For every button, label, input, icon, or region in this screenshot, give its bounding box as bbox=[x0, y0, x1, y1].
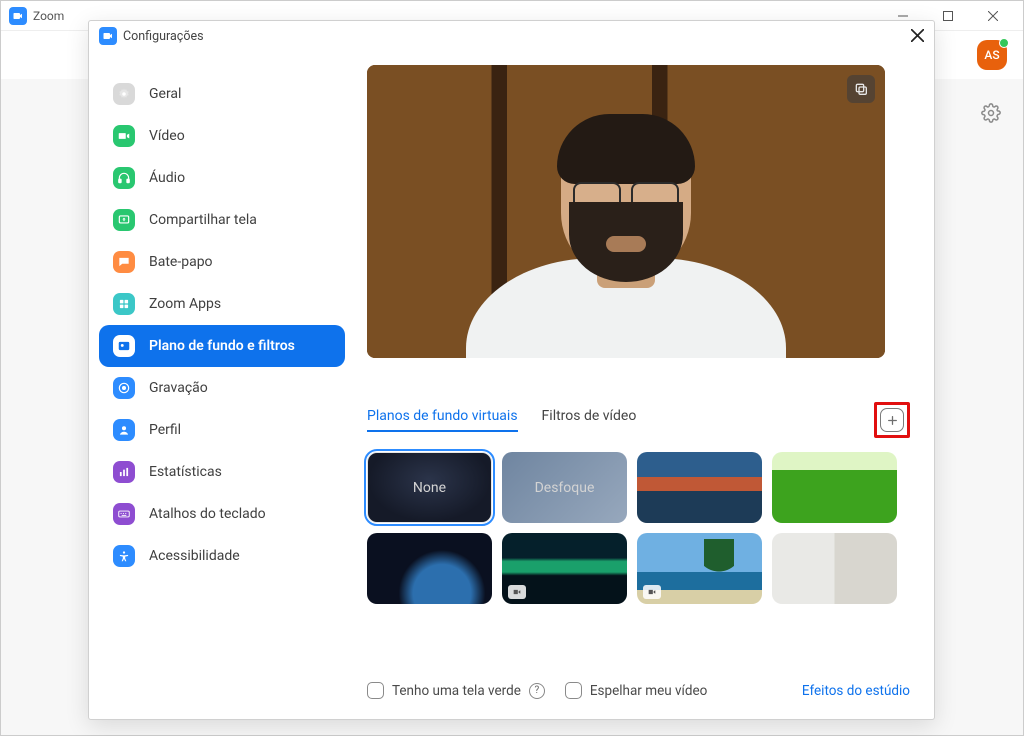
sidebar-item-label: Plano de fundo e filtros bbox=[149, 338, 295, 354]
checkbox-icon bbox=[367, 682, 384, 699]
avatar[interactable]: AS bbox=[977, 40, 1007, 70]
mirror-video-checkbox[interactable]: Espelhar meu vídeo bbox=[565, 682, 708, 699]
bg-tile-beach[interactable] bbox=[637, 533, 762, 604]
bg-tile-blur[interactable]: Desfoque bbox=[502, 452, 627, 523]
video-preview bbox=[367, 65, 885, 358]
bg-tile-earth[interactable] bbox=[367, 533, 492, 604]
green-screen-checkbox[interactable]: Tenho uma tela verde ? bbox=[367, 682, 545, 699]
share-screen-icon bbox=[113, 209, 135, 231]
mirror-label: Espelhar meu vídeo bbox=[590, 683, 708, 699]
bg-tabs: Planos de fundo virtuais Filtros de víde… bbox=[367, 408, 636, 432]
zoom-logo-icon bbox=[99, 27, 117, 45]
sidebar-item-label: Áudio bbox=[149, 170, 185, 186]
sidebar-item-label: Estatísticas bbox=[149, 464, 222, 480]
sidebar-item-label: Acessibilidade bbox=[149, 548, 240, 564]
headphones-icon bbox=[113, 167, 135, 189]
bg-tile-office[interactable] bbox=[772, 533, 897, 604]
background-options-row: Tenho uma tela verde ? Espelhar meu víde… bbox=[367, 662, 910, 699]
zoom-logo-icon bbox=[9, 7, 27, 25]
sidebar-item-label: Bate-papo bbox=[149, 254, 213, 270]
keyboard-icon bbox=[113, 503, 135, 525]
sidebar-item-label: Gravação bbox=[149, 380, 208, 396]
settings-titlebar: Configurações bbox=[89, 21, 934, 51]
add-background-highlight bbox=[874, 402, 910, 438]
sidebar-item-apps[interactable]: Zoom Apps bbox=[99, 283, 345, 325]
profile-icon bbox=[113, 419, 135, 441]
bg-tile-none[interactable]: None bbox=[367, 452, 492, 523]
settings-title: Configurações bbox=[123, 29, 204, 44]
close-settings-button[interactable] bbox=[911, 27, 924, 46]
sidebar-item-background-filters[interactable]: Plano de fundo e filtros bbox=[99, 325, 345, 367]
gear-icon bbox=[113, 83, 135, 105]
add-background-button[interactable] bbox=[880, 408, 904, 432]
video-badge-icon bbox=[508, 585, 526, 599]
stats-icon bbox=[113, 461, 135, 483]
bg-tile-aurora[interactable] bbox=[502, 533, 627, 604]
settings-content: Planos de fundo virtuais Filtros de víde… bbox=[355, 51, 934, 719]
studio-effects-link[interactable]: Efeitos do estúdio bbox=[802, 683, 910, 699]
sidebar-item-chat[interactable]: Bate-papo bbox=[99, 241, 345, 283]
tab-video-filters[interactable]: Filtros de vídeo bbox=[542, 408, 637, 432]
accessibility-icon bbox=[113, 545, 135, 567]
sidebar-item-audio[interactable]: Áudio bbox=[99, 157, 345, 199]
sidebar-item-label: Perfil bbox=[149, 422, 181, 438]
sidebar-item-share[interactable]: Compartilhar tela bbox=[99, 199, 345, 241]
sidebar-item-video[interactable]: Vídeo bbox=[99, 115, 345, 157]
tab-virtual-backgrounds[interactable]: Planos de fundo virtuais bbox=[367, 408, 518, 432]
apps-icon bbox=[113, 293, 135, 315]
sidebar-item-profile[interactable]: Perfil bbox=[99, 409, 345, 451]
bg-tile-label: Desfoque bbox=[535, 480, 595, 496]
close-main-button[interactable] bbox=[970, 2, 1015, 30]
main-window-title: Zoom bbox=[33, 9, 64, 23]
background-grid: None Desfoque bbox=[367, 452, 910, 604]
settings-gear-icon[interactable] bbox=[981, 103, 1001, 127]
rotate-camera-icon[interactable] bbox=[847, 75, 875, 103]
sidebar-item-geral[interactable]: Geral bbox=[99, 73, 345, 115]
sidebar-item-stats[interactable]: Estatísticas bbox=[99, 451, 345, 493]
checkbox-icon bbox=[565, 682, 582, 699]
sidebar-item-label: Atalhos do teclado bbox=[149, 506, 266, 522]
bg-tile-label: None bbox=[413, 480, 446, 496]
help-icon[interactable]: ? bbox=[529, 683, 545, 699]
sidebar-item-label: Zoom Apps bbox=[149, 296, 221, 312]
sidebar-item-recording[interactable]: Gravação bbox=[99, 367, 345, 409]
record-icon bbox=[113, 377, 135, 399]
sidebar-item-label: Vídeo bbox=[149, 128, 185, 144]
video-icon bbox=[113, 125, 135, 147]
chat-icon bbox=[113, 251, 135, 273]
settings-window: Configurações Geral Vídeo Áudio Comparti… bbox=[88, 20, 935, 720]
green-screen-label: Tenho uma tela verde bbox=[392, 683, 521, 699]
bg-tile-grass[interactable] bbox=[772, 452, 897, 523]
background-icon bbox=[113, 335, 135, 357]
sidebar-item-accessibility[interactable]: Acessibilidade bbox=[99, 535, 345, 577]
sidebar-item-label: Geral bbox=[149, 86, 181, 102]
sidebar-item-shortcuts[interactable]: Atalhos do teclado bbox=[99, 493, 345, 535]
video-badge-icon bbox=[643, 585, 661, 599]
sidebar-item-label: Compartilhar tela bbox=[149, 212, 257, 228]
bg-tile-bridge[interactable] bbox=[637, 452, 762, 523]
settings-sidebar: Geral Vídeo Áudio Compartilhar tela Bate… bbox=[89, 51, 355, 719]
